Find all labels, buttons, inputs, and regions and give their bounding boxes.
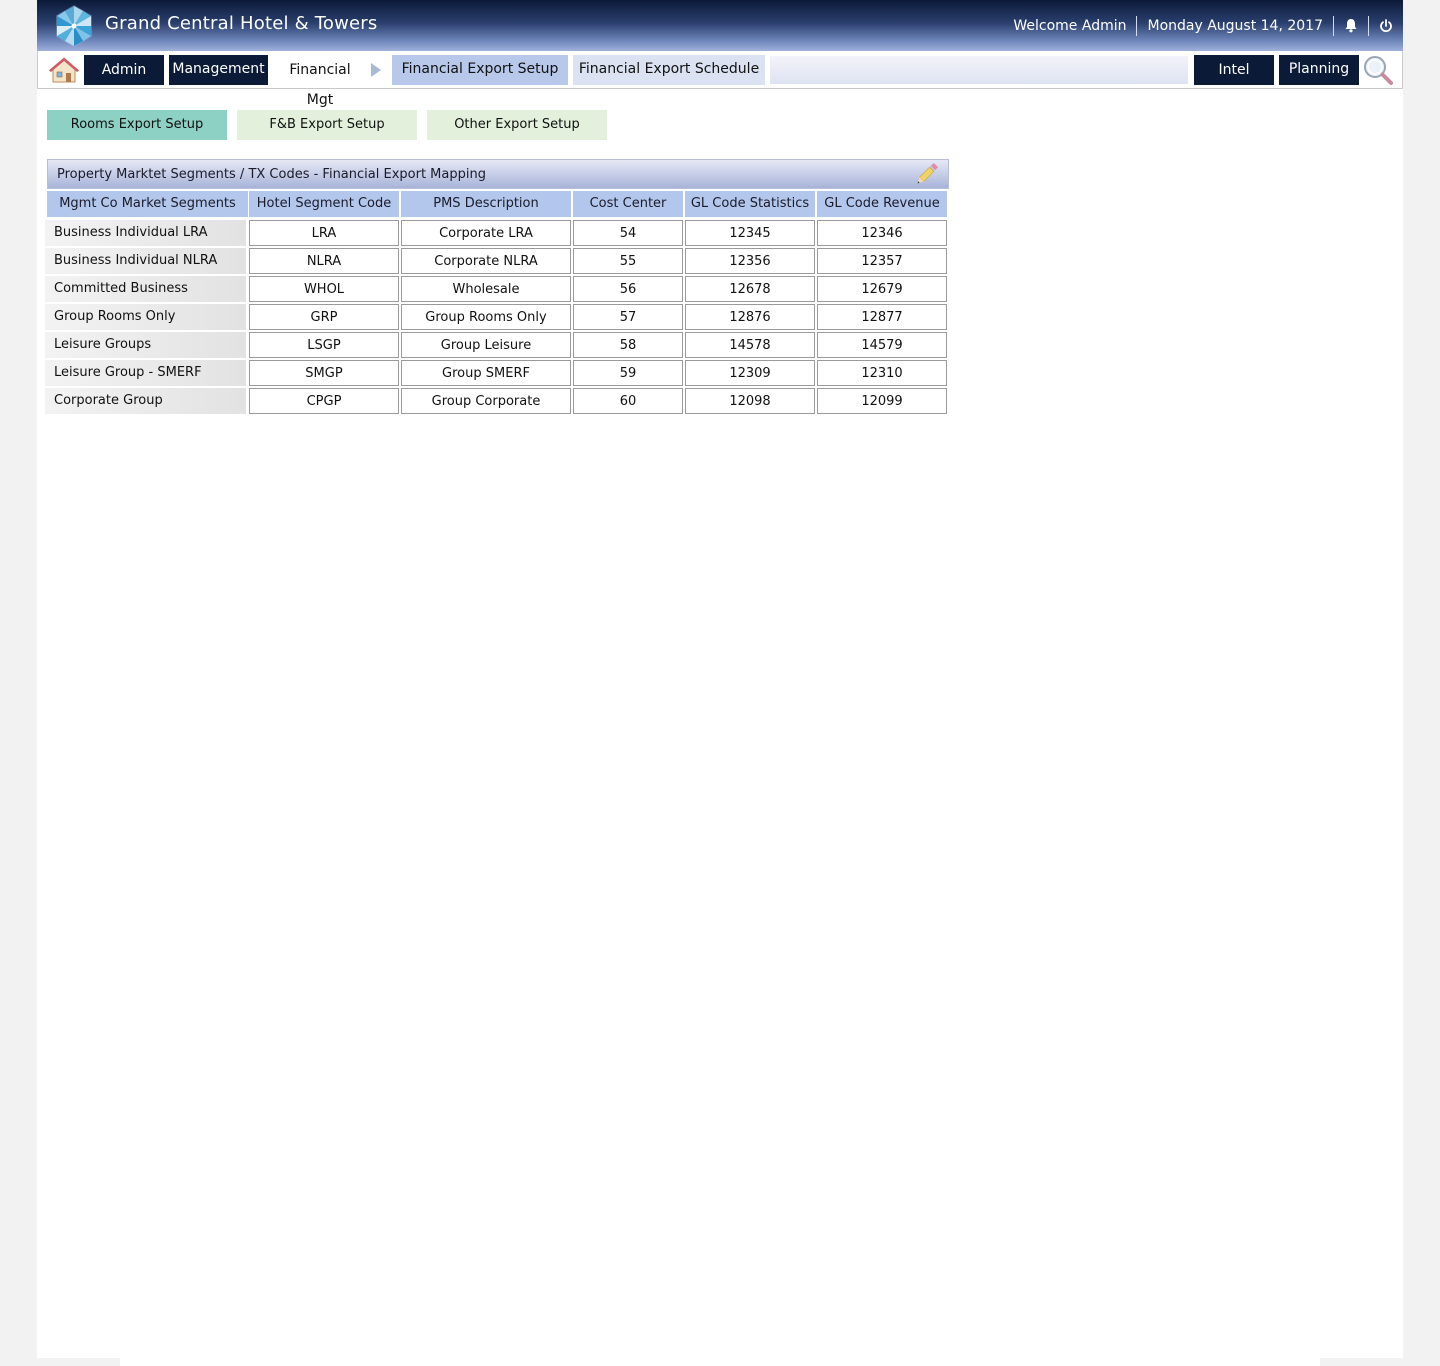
table-row: Business Individual LRA LRA Corporate LRA 5… bbox=[45, 220, 949, 248]
panel-title: Property Marktet Segments / TX Codes - F… bbox=[57, 167, 486, 182]
nav-financial-mgt[interactable]: Financial Mgt bbox=[274, 55, 366, 108]
panel-title-bar: Property Marktet Segments / TX Codes - F… bbox=[47, 159, 949, 189]
cell-hotel-segment-code[interactable]: NLRA bbox=[249, 248, 399, 274]
column-header-mgmt-segment: Mgmt Co Market Segments bbox=[47, 191, 248, 217]
cell-mgmt-segment: Business Individual LRA bbox=[45, 220, 246, 246]
cell-mgmt-segment: Leisure Group - SMERF bbox=[45, 360, 246, 386]
cell-mgmt-segment: Business Individual NLRA bbox=[45, 248, 246, 274]
nav-management[interactable]: Management bbox=[169, 55, 268, 85]
cell-pms-description[interactable]: Group Corporate bbox=[401, 388, 571, 414]
column-header-pms-description: PMS Description bbox=[401, 191, 571, 217]
app-header: Grand Central Hotel & Towers Welcome Adm… bbox=[37, 0, 1403, 51]
tab-fb-export-setup[interactable]: F&B Export Setup bbox=[237, 110, 417, 140]
cell-gl-code-revenue[interactable]: 12877 bbox=[817, 304, 947, 330]
column-header-hotel-segment-code: Hotel Segment Code bbox=[249, 191, 399, 217]
cell-gl-code-statistics[interactable]: 12678 bbox=[685, 276, 815, 302]
nav-financial-export-schedule[interactable]: Financial Export Schedule bbox=[573, 55, 765, 85]
hotel-name: Grand Central Hotel & Towers bbox=[105, 13, 378, 34]
cell-gl-code-statistics[interactable]: 12098 bbox=[685, 388, 815, 414]
cell-gl-code-revenue[interactable]: 12679 bbox=[817, 276, 947, 302]
column-header-gl-code-revenue: GL Code Revenue bbox=[817, 191, 947, 217]
cell-mgmt-segment: Leisure Groups bbox=[45, 332, 246, 358]
cell-hotel-segment-code[interactable]: GRP bbox=[249, 304, 399, 330]
cell-pms-description[interactable]: Group Rooms Only bbox=[401, 304, 571, 330]
nav-planning[interactable]: Planning bbox=[1279, 55, 1359, 85]
home-icon[interactable] bbox=[48, 56, 80, 84]
table-row: Leisure Group - SMERF SMGP Group SMERF 59 12… bbox=[45, 360, 949, 388]
cell-cost-center[interactable]: 58 bbox=[573, 332, 683, 358]
cell-gl-code-statistics[interactable]: 14578 bbox=[685, 332, 815, 358]
table-header-row: Mgmt Co Market Segments Hotel Segment Cod… bbox=[47, 191, 949, 219]
bell-icon bbox=[1345, 19, 1357, 33]
column-header-cost-center: Cost Center bbox=[573, 191, 683, 217]
app-frame: Grand Central Hotel & Towers Welcome Adm… bbox=[37, 0, 1403, 1358]
cell-hotel-segment-code[interactable]: LRA bbox=[249, 220, 399, 246]
logout-button[interactable] bbox=[1369, 16, 1403, 36]
cell-pms-description[interactable]: Group Leisure bbox=[401, 332, 571, 358]
cell-gl-code-revenue[interactable]: 12099 bbox=[817, 388, 947, 414]
current-date: Monday August 14, 2017 bbox=[1147, 17, 1323, 34]
main-nav: Admin Management Financial Mgt Financial… bbox=[37, 51, 1403, 108]
cell-cost-center[interactable]: 54 bbox=[573, 220, 683, 246]
cell-hotel-segment-code[interactable]: CPGP bbox=[249, 388, 399, 414]
nav-admin[interactable]: Admin bbox=[84, 55, 164, 85]
table-row: Committed Business IndividualWHOLWholesa… bbox=[45, 276, 949, 322]
cell-hotel-segment-code[interactable]: WHOL bbox=[249, 276, 399, 302]
cell-gl-code-revenue[interactable]: 12346 bbox=[817, 220, 947, 246]
cell-hotel-segment-code[interactable]: LSGP bbox=[249, 332, 399, 358]
pencil-icon[interactable] bbox=[913, 162, 939, 188]
bottom-strip bbox=[120, 1358, 1320, 1366]
cell-cost-center[interactable]: 57 bbox=[573, 304, 683, 330]
cell-hotel-segment-code[interactable]: SMGP bbox=[249, 360, 399, 386]
cell-gl-code-revenue[interactable]: 12310 bbox=[817, 360, 947, 386]
cell-cost-center[interactable]: 60 bbox=[573, 388, 683, 414]
cell-gl-code-revenue[interactable]: 14579 bbox=[817, 332, 947, 358]
table-row: Group Rooms Only GRP Group Rooms Only 57 128… bbox=[45, 304, 949, 332]
table-row: Business Individual NLRA NLRA Corporate NL… bbox=[45, 248, 949, 276]
cell-gl-code-statistics[interactable]: 12876 bbox=[685, 304, 815, 330]
header-right: Welcome Admin Monday August 14, 2017 bbox=[1003, 0, 1403, 51]
tab-rooms-export-setup[interactable]: Rooms Export Setup bbox=[47, 110, 227, 140]
cell-gl-code-statistics[interactable]: 12345 bbox=[685, 220, 815, 246]
cell-mgmt-segment: Corporate Group bbox=[45, 388, 246, 414]
cell-gl-code-revenue[interactable]: 12357 bbox=[817, 248, 947, 274]
cell-cost-center[interactable]: 55 bbox=[573, 248, 683, 274]
table-row: Leisure Groups LSGP Group Leisure 58 14578 14… bbox=[45, 332, 949, 360]
magnifier-icon[interactable] bbox=[1362, 54, 1394, 86]
cell-mgmt-segment: Committed Business Individual bbox=[45, 276, 246, 322]
cell-cost-center[interactable]: 56 bbox=[573, 276, 683, 302]
cell-pms-description[interactable]: Group SMERF bbox=[401, 360, 571, 386]
column-header-gl-code-statistics: GL Code Statistics bbox=[685, 191, 815, 217]
breadcrumb-arrow-icon bbox=[371, 63, 381, 77]
power-icon bbox=[1380, 18, 1392, 32]
table-row: Corporate Group CPGP Group Corporate 60 1209… bbox=[45, 388, 949, 416]
cell-pms-description[interactable]: Wholesale bbox=[401, 276, 571, 302]
snowflake-logo-icon bbox=[56, 5, 92, 47]
welcome-text: Welcome Admin bbox=[1013, 17, 1127, 34]
nav-empty-bar bbox=[770, 56, 1188, 84]
cell-pms-description[interactable]: Corporate LRA bbox=[401, 220, 571, 246]
cell-gl-code-statistics[interactable]: 12356 bbox=[685, 248, 815, 274]
notifications-button[interactable] bbox=[1334, 16, 1368, 36]
tab-other-export-setup[interactable]: Other Export Setup bbox=[427, 110, 607, 140]
cell-mgmt-segment: Group Rooms Only bbox=[45, 304, 246, 330]
cell-pms-description[interactable]: Corporate NLRA bbox=[401, 248, 571, 274]
nav-intel[interactable]: Intel bbox=[1194, 55, 1274, 85]
cell-gl-code-statistics[interactable]: 12309 bbox=[685, 360, 815, 386]
cell-cost-center[interactable]: 59 bbox=[573, 360, 683, 386]
nav-financial-export-setup[interactable]: Financial Export Setup bbox=[392, 55, 568, 85]
